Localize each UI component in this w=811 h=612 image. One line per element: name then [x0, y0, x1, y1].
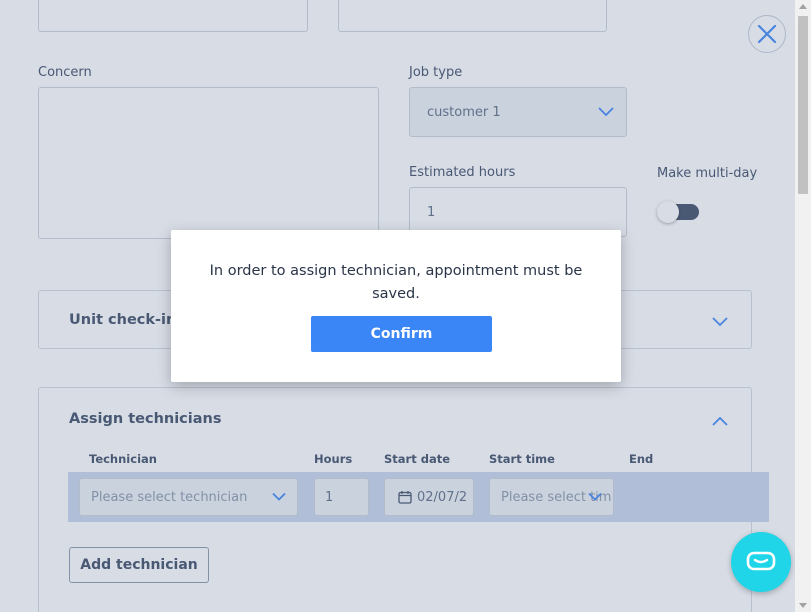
vertical-scrollbar[interactable] [795, 0, 811, 612]
confirm-button[interactable]: Confirm [311, 316, 492, 352]
confirm-dialog: In order to assign technician, appointme… [171, 230, 621, 382]
scroll-up-arrow[interactable] [799, 4, 807, 9]
scroll-thumb[interactable] [798, 16, 808, 194]
dialog-message: In order to assign technician, appointme… [209, 263, 583, 302]
chat-button[interactable] [731, 532, 791, 592]
chat-icon [746, 551, 776, 571]
scroll-down-arrow[interactable] [799, 603, 807, 608]
